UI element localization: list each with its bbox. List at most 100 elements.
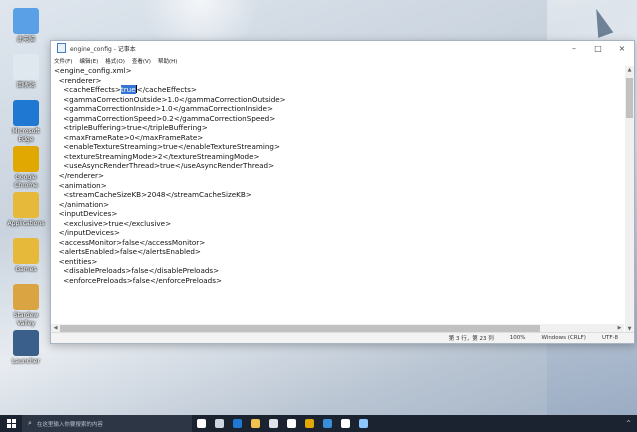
desktop-icon-label: 此电脑 bbox=[16, 36, 35, 43]
selected-text: true bbox=[120, 85, 136, 95]
app-icon bbox=[13, 54, 39, 80]
line-ending: Windows (CRLF) bbox=[541, 335, 586, 341]
text-editor[interactable]: <engine_config.xml> <renderer> <cacheEff… bbox=[51, 66, 624, 334]
menu-view[interactable]: 查看(V) bbox=[132, 57, 151, 65]
desktop-icon-label: Microsoft Edge bbox=[12, 128, 40, 143]
text-line: <gammaCorrectionInside>1.0</gammaCorrect… bbox=[54, 104, 273, 114]
settings-icon bbox=[340, 419, 350, 428]
scroll-up-arrow-icon[interactable]: ▲ bbox=[625, 66, 634, 75]
desktop-icon[interactable]: 回收站 bbox=[4, 54, 48, 90]
task-view-icon bbox=[214, 419, 224, 428]
notepad-icon bbox=[358, 419, 368, 428]
text-line: <gammaCorrectionOutside>1.0</gammaCorrec… bbox=[54, 94, 286, 104]
line-text: <cacheEffects> bbox=[54, 85, 121, 95]
vertical-scrollbar[interactable]: ▲ ▼ bbox=[625, 66, 634, 334]
cursor-position: 第 3 行，第 23 列 bbox=[448, 336, 494, 342]
taskbar-cortana-button[interactable] bbox=[192, 415, 210, 432]
mail-icon bbox=[286, 419, 296, 428]
title-bar[interactable]: engine_config - 记事本 – □ × bbox=[51, 41, 634, 55]
store-icon bbox=[268, 419, 278, 428]
taskbar-launcher-button[interactable] bbox=[318, 415, 336, 432]
taskbar-store-button[interactable] bbox=[264, 415, 282, 432]
text-line: <alertsEnabled>false</alertsEnabled> bbox=[54, 247, 201, 257]
text-line: <engine_config.xml> bbox=[54, 66, 132, 75]
text-line: <maxFrameRate>0</maxFrameRate> bbox=[54, 132, 204, 142]
start-button[interactable] bbox=[0, 415, 22, 432]
search-placeholder: 在这里输入你要搜索的内容 bbox=[36, 421, 103, 428]
text-line: <streamCacheSizeKB>2048</streamCacheSize… bbox=[54, 190, 252, 200]
text-line: <cacheEffects>true</cacheEffects> bbox=[51, 85, 624, 95]
app-icon bbox=[13, 330, 39, 356]
taskbar-file-explorer-button[interactable] bbox=[246, 415, 264, 432]
windows-logo-icon bbox=[6, 419, 16, 428]
menu-format[interactable]: 格式(O) bbox=[105, 57, 125, 65]
text-line: <useAsyncRenderThread>true</useAsyncRend… bbox=[54, 161, 275, 171]
search-icon: ⌕ bbox=[28, 419, 32, 427]
taskbar-edge-button[interactable] bbox=[228, 415, 246, 432]
menu-bar: 文件(F) 编辑(E) 格式(O) 查看(V) 帮助(H) bbox=[51, 55, 634, 66]
text-line: <enforcePreloads>false</enforcePreloads> bbox=[54, 276, 222, 286]
text-line: </animation> bbox=[54, 199, 110, 209]
desktop-icon[interactable]: Games bbox=[4, 238, 48, 274]
menu-help[interactable]: 帮助(H) bbox=[158, 57, 177, 65]
text-line: </renderer> bbox=[54, 171, 104, 181]
app-icon bbox=[13, 8, 39, 34]
app-icon bbox=[13, 100, 39, 126]
desktop-icon[interactable]: Google Chrome bbox=[4, 146, 48, 190]
text-line: <enableTextureStreaming>true</enableText… bbox=[54, 142, 280, 152]
vertical-scroll-thumb[interactable] bbox=[626, 78, 633, 118]
cortana-icon bbox=[196, 419, 206, 428]
text-line: <accessMonitor>false</accessMonitor> bbox=[54, 237, 206, 247]
maximize-button[interactable]: □ bbox=[586, 41, 610, 55]
app-icon bbox=[13, 238, 39, 264]
chrome-icon bbox=[304, 419, 314, 428]
file-explorer-icon bbox=[250, 419, 260, 428]
notepad-window: engine_config - 记事本 – □ × 文件(F) 编辑(E) 格式… bbox=[50, 40, 635, 344]
text-line: <textureStreamingMode>2</textureStreamin… bbox=[54, 151, 260, 161]
notepad-icon bbox=[57, 43, 66, 53]
menu-edit[interactable]: 编辑(E) bbox=[79, 57, 98, 65]
window-title: engine_config - 记事本 bbox=[70, 45, 136, 53]
desktop-icon[interactable]: Applications bbox=[4, 192, 48, 228]
desktop-icon-label: Games bbox=[15, 266, 37, 273]
taskbar: ⌕ 在这里输入你要搜索的内容 ^ bbox=[0, 415, 637, 432]
text-line: </inputDevices> bbox=[54, 228, 120, 238]
close-button[interactable]: × bbox=[610, 41, 634, 55]
minimize-button[interactable]: – bbox=[562, 41, 586, 55]
taskbar-task-view-button[interactable] bbox=[210, 415, 228, 432]
menu-file[interactable]: 文件(F) bbox=[54, 57, 72, 65]
app-icon bbox=[13, 146, 39, 172]
text-line: <renderer> bbox=[54, 75, 102, 85]
desktop-icon-label: Google Chrome bbox=[14, 174, 38, 189]
text-line: <disablePreloads>false</disablePreloads> bbox=[54, 266, 220, 276]
desktop-icon[interactable]: 此电脑 bbox=[4, 8, 48, 44]
taskbar-notepad-button[interactable] bbox=[354, 415, 372, 432]
taskbar-mail-button[interactable] bbox=[282, 415, 300, 432]
status-bar: 第 3 行，第 23 列 100% Windows (CRLF) UTF-8 bbox=[51, 332, 634, 343]
text-line: <tripleBuffering>true</tripleBuffering> bbox=[54, 123, 208, 133]
edge-icon bbox=[232, 419, 242, 428]
desktop-icon[interactable]: Stardew Valley bbox=[4, 284, 48, 328]
desktop-icon[interactable]: Microsoft Edge bbox=[4, 100, 48, 144]
desktop-icon-label: Stardew Valley bbox=[13, 312, 39, 327]
encoding: UTF-8 bbox=[601, 335, 618, 341]
desktop-icon-label: 回收站 bbox=[16, 82, 35, 89]
taskbar-search[interactable]: ⌕ 在这里输入你要搜索的内容 bbox=[22, 415, 192, 432]
line-text: </cacheEffects> bbox=[136, 85, 197, 95]
desktop-icon[interactable]: Launcher bbox=[4, 330, 48, 366]
desktop-icon-label: Launcher bbox=[12, 358, 40, 365]
zoom-level: 100% bbox=[509, 335, 526, 341]
taskbar-apps bbox=[192, 415, 372, 432]
text-line: <exclusive>true</exclusive> bbox=[54, 218, 172, 228]
taskbar-settings-button[interactable] bbox=[336, 415, 354, 432]
text-line: <entities> bbox=[54, 256, 98, 266]
app-icon bbox=[13, 192, 39, 218]
tray-chevron-icon[interactable]: ^ bbox=[626, 420, 631, 427]
text-line: <animation> bbox=[54, 180, 107, 190]
text-line: <inputDevices> bbox=[54, 209, 118, 219]
horizontal-scroll-thumb[interactable] bbox=[60, 325, 540, 332]
desktop-icon-label: Applications bbox=[7, 220, 45, 227]
taskbar-chrome-button[interactable] bbox=[300, 415, 318, 432]
launcher-icon bbox=[322, 419, 332, 428]
text-line: <gammaCorrectionSpeed>0.2</gammaCorrecti… bbox=[54, 113, 276, 123]
